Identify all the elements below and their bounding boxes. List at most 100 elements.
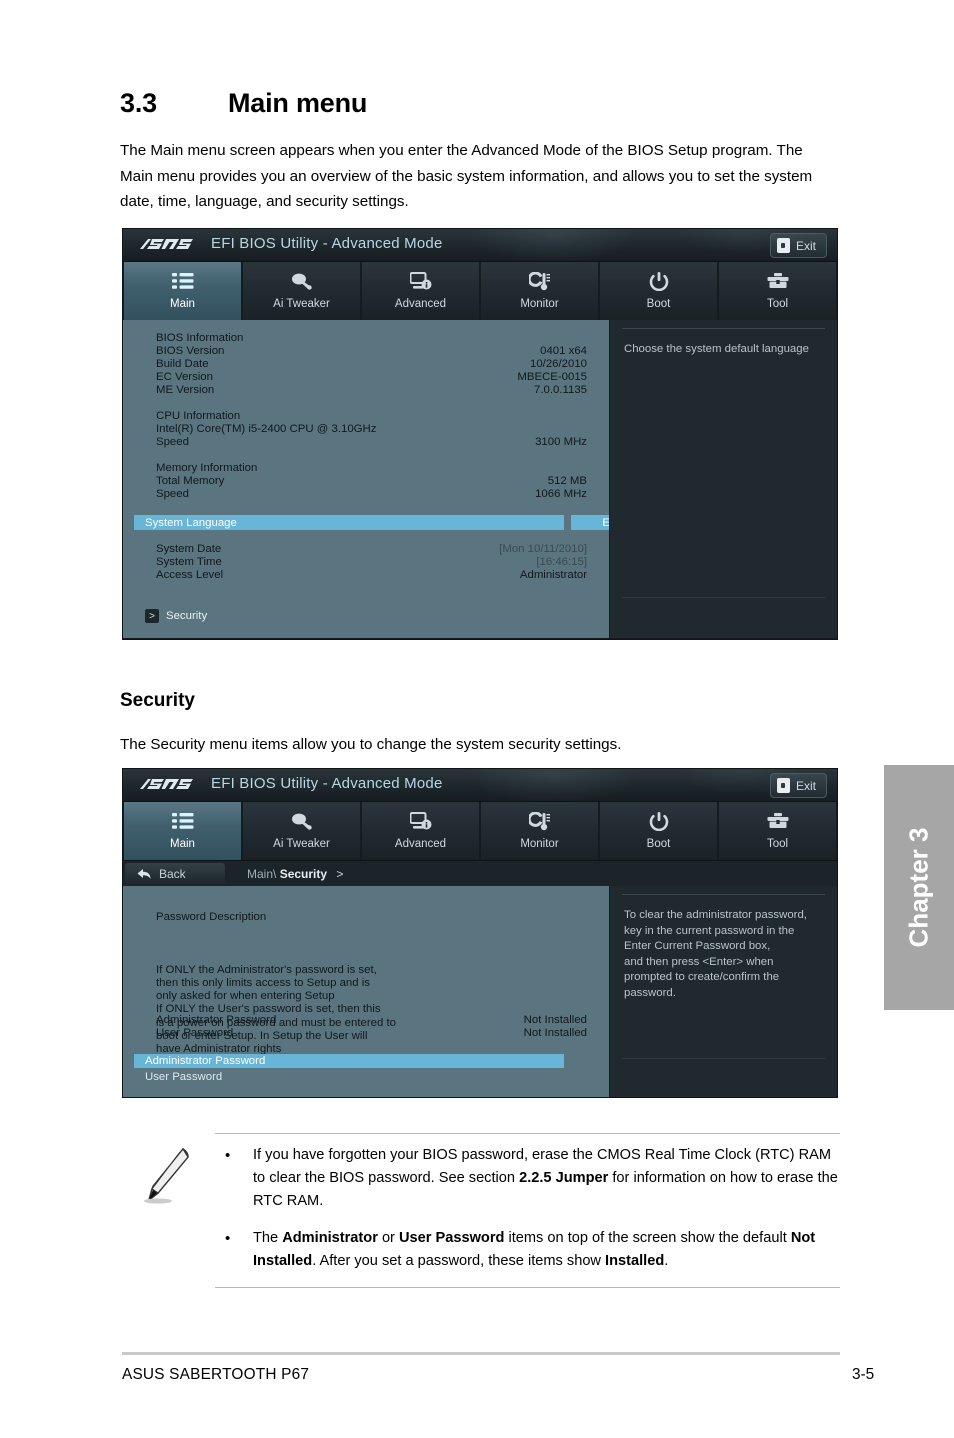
tab-ai-tweaker-label: Ai Tweaker xyxy=(273,838,330,850)
table-row[interactable]: Build Date 10/26/2010 xyxy=(123,358,609,371)
cpu-info-heading: CPU Information xyxy=(156,410,241,422)
tab-advanced[interactable]: Advanced xyxy=(362,262,479,320)
bios-main-screenshot: EFI BIOS Utility - Advanced Mode Exit Ma… xyxy=(122,228,838,640)
page-number: 3-5 xyxy=(852,1366,875,1383)
back-arrow-icon xyxy=(137,868,151,879)
submenu-security-label: Security xyxy=(166,610,208,622)
asus-logo-icon xyxy=(138,776,204,793)
note-bullet-2-text: The Administrator or User Password items… xyxy=(253,1230,816,1269)
note-box: • If you have forgotten your BIOS passwo… xyxy=(122,1133,840,1288)
advanced-monitor-icon xyxy=(409,809,432,833)
breadcrumb-current: Security xyxy=(279,866,328,881)
tab-main[interactable]: Main xyxy=(124,262,241,320)
tab-boot[interactable]: Boot xyxy=(600,262,717,320)
footer-rule xyxy=(122,1352,840,1355)
bullet-marker: • xyxy=(225,1147,231,1164)
tab-monitor[interactable]: Monitor xyxy=(481,802,598,860)
tab-ai-tweaker-label: Ai Tweaker xyxy=(273,298,330,310)
note-bullet-1-text: If you have forgotten your BIOS password… xyxy=(253,1147,838,1209)
section-number: 3.3 xyxy=(120,88,157,118)
table-row[interactable]: BIOS Version 0401 x64 xyxy=(123,345,609,358)
page-title: 3.3 Main menu xyxy=(120,88,367,119)
chapter-tab-label: Chapter 3 xyxy=(903,827,934,948)
submenu-security[interactable]: > Security xyxy=(123,608,609,624)
exit-door-icon xyxy=(776,238,790,253)
table-row[interactable]: Total Memory 512 MB xyxy=(123,475,609,488)
subsection-title: Security xyxy=(120,690,195,711)
thermometer-icon xyxy=(528,269,551,293)
exit-button[interactable]: Exit xyxy=(769,773,827,798)
bios-security-settings-pane: Password Description If ONLY the Adminis… xyxy=(123,886,609,1097)
footer-product-name: ASUS SABERTOOTH P67 xyxy=(122,1366,310,1383)
tab-tool-label: Tool xyxy=(766,298,789,310)
tab-tool-label: Tool xyxy=(766,838,789,850)
bios-security-help-pane: To clear the administrator password, key… xyxy=(609,886,837,1097)
access-level-row: Access Level Administrator xyxy=(156,569,587,581)
note-bullet-1: • If you have forgotten your BIOS passwo… xyxy=(215,1144,840,1213)
breadcrumb-root[interactable]: Main\ xyxy=(247,867,276,881)
bios-main-help-pane: Choose the system default language xyxy=(609,320,837,638)
breadcrumb-path: Main\ Security > xyxy=(247,867,343,881)
bios-security-body: Password Description If ONLY the Adminis… xyxy=(123,886,837,1097)
row-spacer xyxy=(156,938,589,951)
table-row[interactable]: Speed 1066 MHz xyxy=(123,488,609,501)
advanced-monitor-icon xyxy=(409,269,432,293)
row-spacer xyxy=(123,397,609,410)
memory-info-heading: Memory Information xyxy=(156,462,258,474)
tab-boot-label: Boot xyxy=(646,838,671,850)
row-spacer xyxy=(123,582,609,595)
row-spacer xyxy=(123,530,609,543)
bios-title: EFI BIOS Utility - Advanced Mode xyxy=(211,775,443,792)
tweaker-icon xyxy=(290,269,314,293)
thermometer-icon xyxy=(528,809,551,833)
table-row: Administrator Password Not Installed xyxy=(156,1014,587,1026)
tab-tool[interactable]: Tool xyxy=(719,802,836,860)
note-bullet-2: • The Administrator or User Password ite… xyxy=(215,1227,840,1273)
power-icon xyxy=(649,269,669,293)
asus-logo-icon xyxy=(138,236,204,253)
system-language-label: System Language xyxy=(134,515,564,530)
list-icon xyxy=(171,269,194,293)
table-row[interactable]: EC Version MBECE-0015 xyxy=(123,371,609,384)
user-password-item[interactable]: User Password xyxy=(145,1071,222,1083)
tab-ai-tweaker[interactable]: Ai Tweaker xyxy=(243,802,360,860)
tab-advanced-label: Advanced xyxy=(394,298,447,310)
system-language-row[interactable]: System Language English xyxy=(123,515,671,530)
exit-button-label: Exit xyxy=(795,238,816,253)
bullet-marker: • xyxy=(225,1230,231,1247)
bios-tabbar-security: Main Ai Tweaker Advanced Monitor Boot To… xyxy=(123,802,837,860)
intro-paragraph: The Main menu screen appears when you en… xyxy=(120,142,813,210)
bios-tabbar-main: Main Ai Tweaker Advanced Monitor Boot To… xyxy=(123,262,837,320)
password-description-body: If ONLY the Administrator's password is … xyxy=(156,963,396,1056)
administrator-password-item[interactable]: Administrator Password xyxy=(134,1054,564,1068)
system-date-row[interactable]: System Date [Mon 10/11/2010] xyxy=(123,543,609,556)
bios-titlebar: EFI BIOS Utility - Advanced Mode Exit xyxy=(123,769,837,802)
row-spacer xyxy=(123,595,609,608)
chapter-tab: Chapter 3 xyxy=(884,765,954,1010)
table-row[interactable]: Speed 3100 MHz xyxy=(123,436,609,449)
exit-button-label: Exit xyxy=(795,778,816,793)
tab-advanced[interactable]: Advanced xyxy=(362,802,479,860)
system-time-row[interactable]: System Time [16:46:15] xyxy=(123,556,609,569)
tab-ai-tweaker[interactable]: Ai Tweaker xyxy=(243,262,360,320)
tab-main[interactable]: Main xyxy=(124,802,241,860)
tab-monitor[interactable]: Monitor xyxy=(481,262,598,320)
bios-title: EFI BIOS Utility - Advanced Mode xyxy=(211,235,443,252)
exit-door-icon xyxy=(776,778,790,793)
password-description-heading: Password Description xyxy=(156,911,267,924)
manual-page: 3.3 Main menu The Main menu screen appear… xyxy=(0,0,954,1438)
back-button-label: Back xyxy=(159,866,186,881)
tab-boot[interactable]: Boot xyxy=(600,802,717,860)
exit-button[interactable]: Exit xyxy=(769,233,827,258)
list-icon xyxy=(171,809,194,833)
toolbox-icon xyxy=(767,269,789,293)
note-pencil-icon xyxy=(136,1145,200,1207)
tab-tool[interactable]: Tool xyxy=(719,262,836,320)
tab-monitor-label: Monitor xyxy=(520,298,559,310)
bios-main-body: BIOS Information BIOS Version 0401 x64 B… xyxy=(123,320,837,638)
back-button[interactable]: Back xyxy=(125,862,225,885)
table-row[interactable]: ME Version 7.0.0.1135 xyxy=(123,384,609,397)
row-spacer xyxy=(123,501,609,515)
bios-info-heading: BIOS Information xyxy=(156,332,244,344)
tab-advanced-label: Advanced xyxy=(394,838,447,850)
